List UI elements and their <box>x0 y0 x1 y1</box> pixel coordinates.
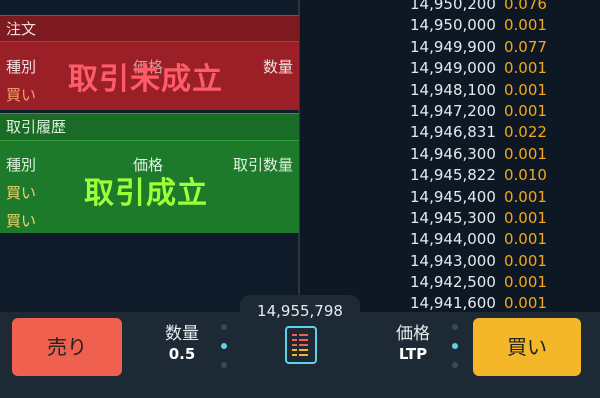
book-qty: 0.001 <box>504 80 547 99</box>
price-dot <box>452 324 458 330</box>
book-price: 14,946,831 <box>410 123 496 142</box>
qty-dot <box>221 362 227 368</box>
history-status-overlay: 取引成立 <box>84 176 208 211</box>
book-qty: 0.001 <box>504 59 547 78</box>
price-label: 価格 <box>396 324 430 344</box>
book-qty: 0.001 <box>504 230 547 249</box>
book-price: 14,948,100 <box>410 80 496 99</box>
book-qty: 0.001 <box>504 187 547 206</box>
order-col-qty: 数量 <box>262 58 293 76</box>
book-row[interactable]: 14,946,831 0.022 <box>410 122 600 143</box>
order-book: 14,950,200 0.076 14,950,000 0.001 14,949,9… <box>410 0 600 315</box>
book-qty: 0.010 <box>504 166 547 185</box>
qty-dot-active <box>221 343 227 349</box>
book-row[interactable]: 14,949,900 0.077 <box>410 37 600 58</box>
history-col-qty: 取引数量 <box>232 156 293 174</box>
book-qty: 0.001 <box>504 208 547 227</box>
history-col-type: 種別 <box>6 156 37 174</box>
book-price: 14,949,000 <box>410 59 496 78</box>
order-book-icon <box>292 334 308 356</box>
book-qty: 0.001 <box>504 144 547 163</box>
order-col-type: 種別 <box>6 58 37 76</box>
quantity-label: 数量 <box>165 324 199 344</box>
order-status-overlay: 取引未成立 <box>68 62 223 97</box>
order-panel-title: 注文 <box>0 16 299 42</box>
order-book-icon[interactable] <box>285 326 317 364</box>
last-traded-price: 14,955,798 <box>240 295 360 325</box>
order-panel: 注文 種別 価格 数量 買い 取引未成立 <box>0 15 299 110</box>
price-dot-active <box>452 343 458 349</box>
buy-button[interactable]: 買い <box>473 318 581 376</box>
book-price: 14,945,400 <box>410 187 496 206</box>
sell-button[interactable]: 売り <box>12 318 122 376</box>
book-row[interactable]: 14,945,400 0.001 <box>410 187 600 208</box>
order-row-side: 買い <box>6 86 37 104</box>
book-qty: 0.001 <box>504 101 547 120</box>
price-dot <box>452 362 458 368</box>
book-qty: 0.001 <box>504 251 547 270</box>
book-row[interactable]: 14,950,200 0.076 <box>410 0 600 15</box>
book-row[interactable]: 14,947,200 0.001 <box>410 101 600 122</box>
book-row[interactable]: 14,945,822 0.010 <box>410 165 600 186</box>
book-price: 14,950,000 <box>410 16 496 35</box>
book-qty: 0.022 <box>504 123 547 142</box>
book-qty: 0.001 <box>504 16 547 35</box>
book-price: 14,949,900 <box>410 37 496 56</box>
book-row[interactable]: 14,945,300 0.001 <box>410 208 600 229</box>
book-row[interactable]: 14,943,000 0.001 <box>410 251 600 272</box>
trade-history-title: 取引履歴 <box>0 114 299 141</box>
qty-dot <box>221 324 227 330</box>
book-row[interactable]: 14,949,000 0.001 <box>410 58 600 79</box>
book-row[interactable]: 14,944,000 0.001 <box>410 229 600 250</box>
book-row[interactable]: 14,942,500 0.001 <box>410 272 600 293</box>
book-price: 14,945,300 <box>410 208 496 227</box>
book-price: 14,943,000 <box>410 251 496 270</box>
book-qty: 0.077 <box>504 37 547 56</box>
book-price: 14,947,200 <box>410 101 496 120</box>
history-row-side: 買い <box>6 212 37 230</box>
book-price: 14,945,822 <box>410 166 496 185</box>
quantity-value[interactable]: 0.5 <box>160 345 204 363</box>
book-price: 14,946,300 <box>410 144 496 163</box>
book-row[interactable]: 14,946,300 0.001 <box>410 144 600 165</box>
book-price: 14,944,000 <box>410 230 496 249</box>
book-qty: 0.076 <box>504 0 547 13</box>
trade-history-panel: 取引履歴 種別 価格 取引数量 買い 買い 取引成立 <box>0 113 299 233</box>
book-row[interactable]: 14,950,000 0.001 <box>410 15 600 36</box>
book-price: 14,950,200 <box>410 0 496 13</box>
book-qty: 0.001 <box>504 273 547 292</box>
price-value[interactable]: LTP <box>388 345 438 363</box>
book-row[interactable]: 14,948,100 0.001 <box>410 80 600 101</box>
history-row-side: 買い <box>6 184 37 202</box>
book-price: 14,942,500 <box>410 273 496 292</box>
